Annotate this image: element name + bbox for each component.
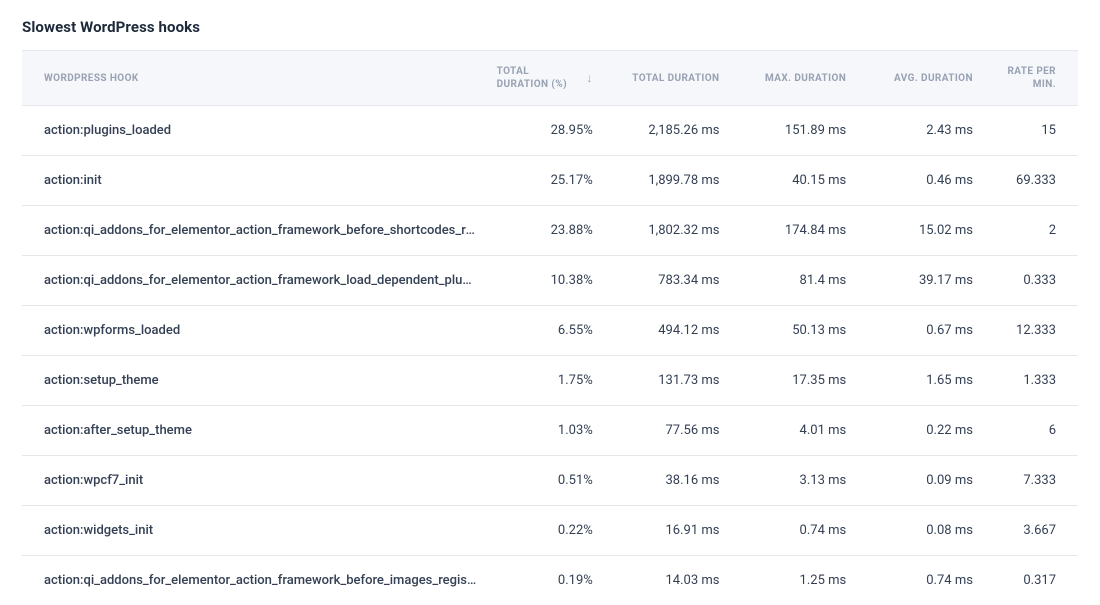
cell-total: 77.56 ms [603, 406, 730, 456]
table-row[interactable]: action:qi_addons_for_elementor_action_fr… [22, 556, 1078, 605]
cell-total: 2,185.26 ms [603, 106, 730, 156]
table-row[interactable]: action:after_setup_theme1.03%77.56 ms4.0… [22, 406, 1078, 456]
cell-pct: 1.03% [487, 406, 603, 456]
cell-avg: 0.22 ms [856, 406, 983, 456]
cell-avg: 2.43 ms [856, 106, 983, 156]
cell-pct: 28.95% [487, 106, 603, 156]
cell-avg: 0.46 ms [856, 156, 983, 206]
cell-max: 174.84 ms [730, 206, 857, 256]
cell-max: 50.13 ms [730, 306, 857, 356]
cell-avg: 39.17 ms [856, 256, 983, 306]
cell-max: 0.74 ms [730, 506, 857, 556]
cell-pct: 0.22% [487, 506, 603, 556]
cell-max: 4.01 ms [730, 406, 857, 456]
cell-hook: action:widgets_init [22, 506, 487, 556]
table-row[interactable]: action:setup_theme1.75%131.73 ms17.35 ms… [22, 356, 1078, 406]
panel-title: Slowest WordPress hooks [22, 18, 1078, 36]
col-header-total[interactable]: TOTAL DURATION [603, 51, 730, 106]
cell-total: 16.91 ms [603, 506, 730, 556]
table-row[interactable]: action:qi_addons_for_elementor_action_fr… [22, 256, 1078, 306]
cell-pct: 10.38% [487, 256, 603, 306]
cell-total: 494.12 ms [603, 306, 730, 356]
col-header-rpm[interactable]: RATE PER MIN. [983, 51, 1078, 106]
table-row[interactable]: action:init25.17%1,899.78 ms40.15 ms0.46… [22, 156, 1078, 206]
cell-hook: action:setup_theme [22, 356, 487, 406]
cell-rpm: 7.333 [983, 456, 1078, 506]
table-row[interactable]: action:wpforms_loaded6.55%494.12 ms50.13… [22, 306, 1078, 356]
table-row[interactable]: action:wpcf7_init0.51%38.16 ms3.13 ms0.0… [22, 456, 1078, 506]
cell-total: 1,899.78 ms [603, 156, 730, 206]
cell-rpm: 3.667 [983, 506, 1078, 556]
cell-total: 38.16 ms [603, 456, 730, 506]
cell-avg: 0.08 ms [856, 506, 983, 556]
cell-avg: 0.74 ms [856, 556, 983, 605]
cell-hook: action:wpforms_loaded [22, 306, 487, 356]
cell-total: 131.73 ms [603, 356, 730, 406]
cell-pct: 1.75% [487, 356, 603, 406]
cell-rpm: 1.333 [983, 356, 1078, 406]
col-header-pct[interactable]: TOTAL DURATION (%) ↓ [487, 51, 603, 106]
cell-max: 81.4 ms [730, 256, 857, 306]
cell-rpm: 6 [983, 406, 1078, 456]
slowest-hooks-panel: Slowest WordPress hooks WORDPRESS HOOK T… [0, 0, 1100, 605]
col-header-max[interactable]: MAX. DURATION [730, 51, 857, 106]
table-row[interactable]: action:plugins_loaded28.95%2,185.26 ms15… [22, 106, 1078, 156]
cell-total: 14.03 ms [603, 556, 730, 605]
cell-max: 3.13 ms [730, 456, 857, 506]
col-header-avg[interactable]: AVG. DURATION [856, 51, 983, 106]
col-header-pct-label: TOTAL DURATION (%) [497, 65, 581, 91]
cell-hook: action:plugins_loaded [22, 106, 487, 156]
table-row[interactable]: action:widgets_init0.22%16.91 ms0.74 ms0… [22, 506, 1078, 556]
cell-pct: 0.19% [487, 556, 603, 605]
cell-rpm: 69.333 [983, 156, 1078, 206]
table-header-row: WORDPRESS HOOK TOTAL DURATION (%) ↓ TOTA… [22, 51, 1078, 106]
cell-max: 17.35 ms [730, 356, 857, 406]
cell-max: 1.25 ms [730, 556, 857, 605]
hooks-table: WORDPRESS HOOK TOTAL DURATION (%) ↓ TOTA… [22, 50, 1078, 605]
cell-max: 40.15 ms [730, 156, 857, 206]
cell-rpm: 0.317 [983, 556, 1078, 605]
table-row[interactable]: action:qi_addons_for_elementor_action_fr… [22, 206, 1078, 256]
col-header-hook[interactable]: WORDPRESS HOOK [22, 51, 487, 106]
cell-total: 1,802.32 ms [603, 206, 730, 256]
cell-hook: action:init [22, 156, 487, 206]
cell-hook: action:qi_addons_for_elementor_action_fr… [22, 256, 487, 306]
cell-rpm: 2 [983, 206, 1078, 256]
cell-avg: 0.67 ms [856, 306, 983, 356]
cell-hook: action:qi_addons_for_elementor_action_fr… [22, 206, 487, 256]
cell-avg: 0.09 ms [856, 456, 983, 506]
cell-hook: action:wpcf7_init [22, 456, 487, 506]
sort-desc-icon: ↓ [586, 72, 592, 84]
cell-rpm: 0.333 [983, 256, 1078, 306]
cell-hook: action:qi_addons_for_elementor_action_fr… [22, 556, 487, 605]
cell-total: 783.34 ms [603, 256, 730, 306]
cell-avg: 1.65 ms [856, 356, 983, 406]
cell-pct: 25.17% [487, 156, 603, 206]
cell-rpm: 12.333 [983, 306, 1078, 356]
cell-max: 151.89 ms [730, 106, 857, 156]
cell-avg: 15.02 ms [856, 206, 983, 256]
cell-pct: 6.55% [487, 306, 603, 356]
cell-hook: action:after_setup_theme [22, 406, 487, 456]
cell-pct: 23.88% [487, 206, 603, 256]
cell-pct: 0.51% [487, 456, 603, 506]
cell-rpm: 15 [983, 106, 1078, 156]
